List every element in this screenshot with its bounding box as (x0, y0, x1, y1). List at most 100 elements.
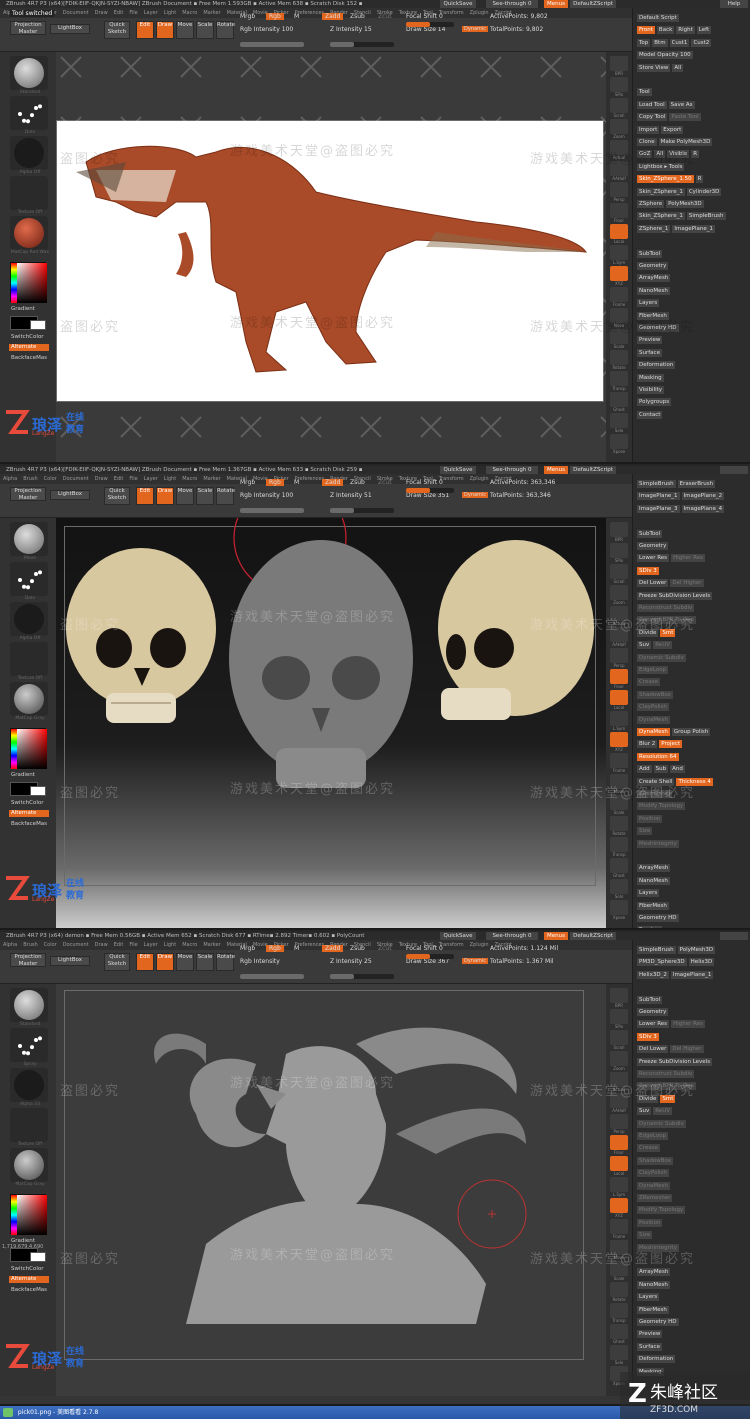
rgb-toggle[interactable]: Rgb (266, 13, 284, 20)
menu-file[interactable]: File (129, 942, 137, 948)
draw-size-slider[interactable]: Draw Size 351 (406, 492, 449, 499)
tray-item[interactable]: EdgeLoop (637, 1132, 669, 1140)
tray-item[interactable]: ZRemesher (637, 790, 673, 798)
tray-item[interactable]: All (654, 150, 666, 159)
switchcolor-button[interactable]: SwitchColor (9, 800, 49, 807)
rgb-intensity-slider[interactable]: Rgb Intensity 100 (240, 26, 293, 33)
color-picker[interactable] (10, 262, 47, 303)
zadd-toggle[interactable]: Zadd (322, 945, 344, 952)
shelf-transp-button[interactable] (610, 1303, 628, 1318)
menu-alpha[interactable]: Alpha (3, 476, 17, 482)
tray-item[interactable]: Convert BPR To Geo (637, 616, 696, 625)
draw-button[interactable]: Draw (156, 953, 174, 971)
tray-item[interactable]: ShadowBox (637, 1156, 673, 1165)
tray-item[interactable]: Suv (637, 641, 652, 650)
move-button[interactable]: Move (176, 21, 194, 39)
zsub-toggle[interactable]: Zsub (350, 479, 365, 486)
zcut-toggle[interactable]: Zcut (378, 945, 392, 952)
tray-item[interactable]: Layers (637, 1293, 660, 1302)
shelf-scale-button[interactable] (610, 795, 628, 810)
tray-item[interactable]: Del Higher (670, 579, 704, 588)
menus-toggle[interactable]: Menus (544, 0, 568, 8)
tray-item[interactable]: Export (661, 125, 684, 134)
tray-item[interactable]: Store View (637, 63, 671, 72)
tray-item[interactable]: DynaMesh (637, 728, 670, 736)
tray-item[interactable]: SubTool (637, 249, 663, 258)
tray-item[interactable]: Modify Topology (637, 1206, 686, 1215)
quicksave-button[interactable]: QuickSave (440, 466, 476, 474)
menu-draw[interactable]: Draw (95, 942, 108, 948)
shelf-zoom-button[interactable] (610, 585, 628, 600)
menus-toggle[interactable]: Menus (544, 932, 568, 940)
menu-file[interactable]: File (129, 10, 137, 16)
lightbox-button[interactable]: LightBox (50, 956, 90, 966)
rgb-toggle[interactable]: Rgb (266, 479, 284, 486)
tray-item[interactable]: GoZ (637, 150, 653, 159)
shelf-actual-button[interactable] (610, 1072, 628, 1087)
backface-mask-button[interactable]: BackfaceMas (9, 821, 49, 828)
tray-item[interactable]: Del Higher (670, 1045, 704, 1054)
tray-item[interactable]: EdgeLoop (637, 666, 669, 674)
shelf-spix-button[interactable] (610, 77, 628, 92)
focal-shift-slider[interactable]: Focal Shift 0 (406, 479, 443, 486)
mrgb-label[interactable]: Mrgb (240, 945, 255, 952)
shelf-lsym-button[interactable] (610, 1177, 628, 1192)
tray-item[interactable]: Geometry HD (637, 324, 679, 332)
shelf-transp-button[interactable] (610, 371, 628, 386)
tray-item[interactable]: FiberMesh (637, 901, 669, 910)
quick-sketch-button[interactable]: Quick Sketch (104, 487, 130, 505)
zadd-toggle[interactable]: Zadd (322, 13, 344, 20)
tray-item[interactable]: MeshIntegrity (637, 839, 679, 848)
tray-item[interactable]: Top (637, 38, 651, 47)
default-script-button[interactable]: DefaultZScript (570, 932, 616, 940)
stroke-thumbnail[interactable] (10, 562, 48, 596)
tray-item[interactable]: MeshIntegrity (637, 1243, 679, 1252)
z-intensity-track[interactable] (330, 42, 394, 47)
shelf-scroll-button[interactable] (610, 1030, 628, 1045)
tray-item[interactable]: Position (637, 814, 663, 823)
tray-item[interactable]: Resolution 64 (637, 752, 679, 761)
brush-thumbnail[interactable] (10, 56, 48, 90)
tray-item[interactable]: Preview (637, 1330, 663, 1339)
focal-shift-track[interactable] (406, 954, 454, 959)
dynamic-toggle[interactable]: Dynamic (462, 492, 489, 498)
tray-item[interactable]: Visibility (637, 386, 665, 394)
tray-item[interactable]: Add (637, 765, 652, 774)
backface-mask-button[interactable]: BackfaceMas (9, 1287, 49, 1294)
tray-item[interactable]: ShadowBox (637, 690, 673, 699)
tray-item[interactable]: Import (637, 125, 660, 134)
tray-item[interactable]: Freeze SubDivision Levels (637, 1057, 713, 1066)
tray-item[interactable]: Higher Res (671, 1020, 705, 1029)
tray-item[interactable]: Thickness 4 (676, 777, 713, 786)
menu-light[interactable]: Light (164, 942, 176, 948)
zcut-toggle[interactable]: Zcut (378, 13, 392, 20)
tray-item[interactable]: FiberMesh (637, 1305, 669, 1314)
menu-zplugin[interactable]: Zplugin (470, 10, 489, 16)
tray-item[interactable]: Deformation (637, 361, 676, 370)
shelf-frame-button[interactable] (610, 753, 628, 768)
color-picker[interactable] (10, 1194, 47, 1235)
tray-item[interactable]: Model Opacity 100 (637, 51, 693, 60)
tray-item[interactable]: Back (656, 26, 675, 35)
menu-document[interactable]: Document (63, 476, 89, 482)
rgb-intensity-slider[interactable]: Rgb Intensity 100 (240, 492, 293, 499)
tray-item[interactable]: Lower Res (637, 554, 670, 563)
tray-item[interactable]: Save As (668, 100, 695, 109)
seethrough-slider[interactable]: See-through 0 (486, 466, 538, 474)
backface-mask-button[interactable]: BackfaceMas (9, 355, 49, 362)
shelf-floor-button[interactable] (610, 669, 628, 684)
menu-brush[interactable]: Brush (23, 942, 37, 948)
focal-shift-slider[interactable]: Focal Shift 0 (406, 13, 443, 20)
shelf-persp-button[interactable] (610, 182, 628, 197)
brush-thumbnail[interactable] (10, 988, 48, 1022)
document-canvas[interactable] (56, 518, 606, 928)
tray-item[interactable]: ZRemesher (637, 1194, 673, 1202)
sat-val-square[interactable] (17, 729, 47, 769)
tray-item[interactable]: Sub (653, 765, 669, 774)
alpha-thumbnail[interactable] (10, 602, 48, 636)
menu-layer[interactable]: Layer (144, 10, 158, 16)
secondary-color-swatch[interactable] (30, 1252, 46, 1262)
tray-item[interactable]: Btm (652, 38, 668, 47)
tray-item[interactable]: Modify Topology (637, 802, 686, 811)
shelf-move-button[interactable] (610, 308, 628, 323)
